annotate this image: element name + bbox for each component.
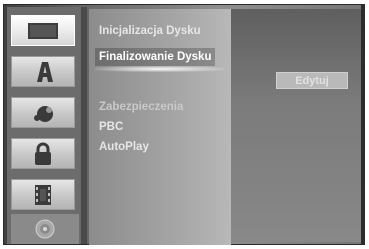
menu-item-finalize-disc[interactable]: Finalizowanie Dysku: [95, 48, 216, 66]
selection-highlight: [95, 66, 225, 72]
category-sidebar: [7, 7, 87, 244]
menu-item-protection[interactable]: Zabezpieczenia: [99, 101, 183, 113]
frame-edge: [361, 5, 364, 245]
disc-icon: [11, 214, 79, 244]
sidebar-item-film[interactable]: [11, 179, 75, 210]
sidebar-item-disc[interactable]: [11, 15, 75, 46]
dvd-setup-screen: Inicjalizacja Dysku Finalizowanie Dysku …: [0, 0, 369, 249]
film-icon: [12, 180, 74, 209]
menu-item-initialize-disc[interactable]: Inicjalizacja Dysku: [99, 25, 201, 37]
sidebar-item-media[interactable]: [11, 214, 79, 244]
sidebar-divider: [81, 7, 87, 244]
audio-settings-icon: [12, 98, 74, 127]
sidebar-item-audio[interactable]: [11, 97, 75, 128]
letter-a-icon: [12, 57, 74, 86]
sidebar-item-lock[interactable]: [11, 138, 75, 169]
options-panel: [231, 9, 362, 242]
lock-icon: [12, 139, 74, 168]
disc-tray-icon: [12, 16, 74, 45]
sidebar-item-language[interactable]: [11, 56, 75, 87]
menu-item-autoplay[interactable]: AutoPlay: [99, 141, 149, 153]
edit-button[interactable]: Edytuj: [276, 72, 348, 89]
menu-item-pbc[interactable]: PBC: [99, 121, 123, 133]
disc-menu-panel: Inicjalizacja Dysku Finalizowanie Dysku …: [89, 9, 231, 245]
